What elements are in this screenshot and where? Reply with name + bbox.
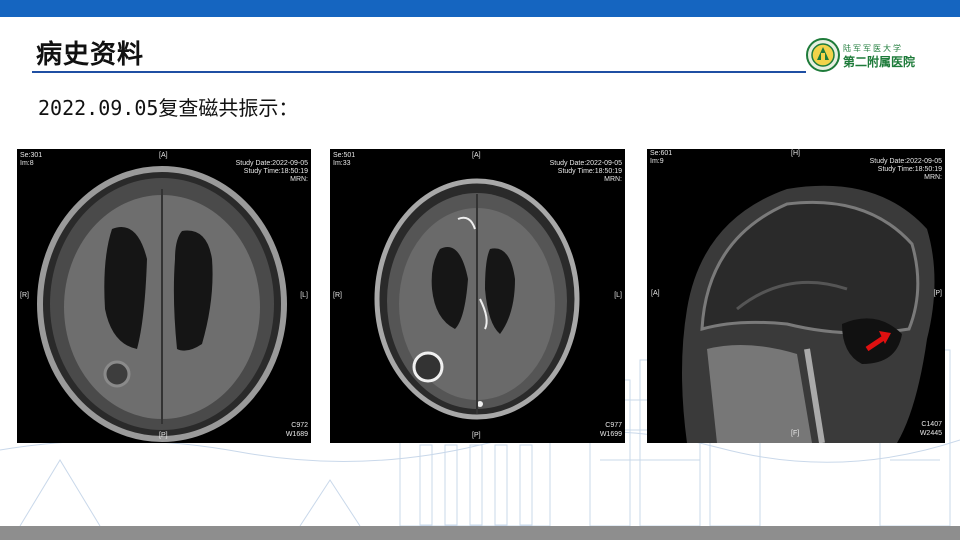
- orientation-top: [A]: [472, 152, 481, 159]
- slide-title: 病史资料: [36, 40, 145, 70]
- window-value: W2445: [919, 430, 942, 437]
- series-label: Se:601: [650, 150, 673, 157]
- study-time: Study Time:18:50:19: [557, 168, 622, 175]
- orientation-left: [A]: [651, 290, 660, 297]
- study-time: Study Time:18:50:19: [243, 168, 308, 175]
- mri-image-1: Se:301 Im:8 [A] Study Date:2022-09-05 St…: [17, 149, 311, 443]
- orientation-right: [P]: [933, 290, 942, 297]
- university-emblem-icon: [806, 38, 840, 72]
- orientation-top: [H]: [791, 150, 800, 157]
- bottom-bar: [0, 526, 960, 540]
- exam-caption: 2022.09.05复查磁共振示：: [38, 96, 299, 120]
- contrast-value: C977: [605, 422, 622, 429]
- orientation-bottom: [P]: [472, 432, 481, 439]
- contrast-value: C972: [291, 422, 308, 429]
- image-number: Im:9: [650, 158, 664, 165]
- mrn-label: MRN:: [924, 174, 942, 181]
- image-number: Im:33: [333, 160, 351, 167]
- orientation-left: [R]: [20, 292, 29, 299]
- window-value: W1689: [285, 431, 308, 438]
- axial-contrast-brain-scan: [374, 178, 580, 420]
- axial-brain-scan: [37, 166, 287, 442]
- mrn-label: MRN:: [604, 176, 622, 183]
- series-label: Se:301: [20, 152, 43, 159]
- contrast-value: C1407: [921, 421, 942, 428]
- orientation-left: [R]: [333, 292, 342, 299]
- sagittal-brain-scan: [682, 185, 935, 443]
- orientation-top: [A]: [159, 152, 168, 159]
- study-date: Study Date:2022-09-05: [869, 158, 942, 165]
- mri-image-3: Se:601 Im:9 [H] Study Date:2022-09-05 St…: [647, 149, 945, 443]
- mrn-label: MRN:: [290, 176, 308, 183]
- orientation-bottom: [P]: [159, 432, 168, 439]
- orientation-bottom: [F]: [791, 430, 800, 437]
- study-date: Study Date:2022-09-05: [549, 160, 622, 167]
- series-label: Se:501: [333, 152, 356, 159]
- study-time: Study Time:18:50:19: [877, 166, 942, 173]
- image-number: Im:8: [20, 160, 34, 167]
- logo-hospital-name: 第二附属医院: [843, 55, 916, 69]
- window-value: W1699: [599, 431, 622, 438]
- orientation-right: [L]: [300, 292, 308, 299]
- top-accent-bar: [0, 0, 960, 17]
- title-underline: [32, 71, 806, 73]
- study-date: Study Date:2022-09-05: [235, 160, 308, 167]
- orientation-right: [L]: [614, 292, 622, 299]
- mri-image-2: Se:501 Im:33 [A] Study Date:2022-09-05 S…: [330, 149, 625, 443]
